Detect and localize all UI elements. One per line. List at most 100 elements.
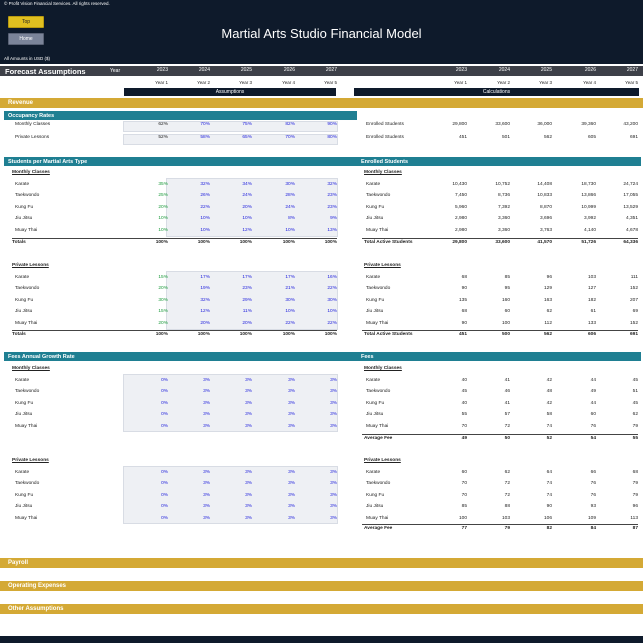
private-input[interactable]: 20%: [180, 321, 210, 326]
fees-input[interactable]: 3%: [307, 412, 337, 417]
students-input[interactable]: 24%: [222, 193, 252, 198]
fees-input[interactable]: 3%: [307, 389, 337, 394]
private-input[interactable]: 20%: [222, 321, 252, 326]
fees-private-input[interactable]: 3%: [307, 481, 337, 486]
students-input[interactable]: 10%: [222, 216, 252, 221]
students-input[interactable]: 30%: [265, 182, 295, 187]
fees-input[interactable]: 3%: [180, 401, 210, 406]
private-input[interactable]: 19%: [180, 286, 210, 291]
students-input[interactable]: 8%: [265, 216, 295, 221]
fees-private-input[interactable]: 3%: [265, 516, 295, 521]
students-input[interactable]: 28%: [265, 193, 295, 198]
private-input[interactable]: 32%: [180, 298, 210, 303]
private-input[interactable]: 17%: [265, 275, 295, 280]
fees-input[interactable]: 0%: [138, 424, 168, 429]
fees-input[interactable]: 3%: [222, 401, 252, 406]
students-input[interactable]: 23%: [307, 193, 337, 198]
fees-private-input[interactable]: 0%: [138, 516, 168, 521]
private-input[interactable]: 17%: [180, 275, 210, 280]
students-input[interactable]: 12%: [222, 228, 252, 233]
fees-input[interactable]: 3%: [180, 424, 210, 429]
students-calc: 3,992: [583, 216, 596, 221]
fees-private-input[interactable]: 3%: [307, 493, 337, 498]
fees-input[interactable]: 3%: [307, 401, 337, 406]
fees-private-input[interactable]: 0%: [138, 493, 168, 498]
students-input[interactable]: 26%: [180, 193, 210, 198]
fees-input[interactable]: 3%: [180, 389, 210, 394]
occupancy-input[interactable]: 82%: [265, 122, 295, 127]
fees-private-input[interactable]: 0%: [138, 504, 168, 509]
private-input[interactable]: 23%: [222, 286, 252, 291]
occupancy-input[interactable]: 58%: [180, 135, 210, 140]
students-input[interactable]: 32%: [307, 182, 337, 187]
fees-input[interactable]: 3%: [222, 378, 252, 383]
fees-private-input[interactable]: 3%: [265, 481, 295, 486]
private-input[interactable]: 30%: [307, 298, 337, 303]
private-input[interactable]: 22%: [307, 286, 337, 291]
occupancy-input[interactable]: 80%: [307, 135, 337, 140]
fees-private-input[interactable]: 3%: [265, 470, 295, 475]
fees-private-input[interactable]: 3%: [180, 470, 210, 475]
fees-input[interactable]: 3%: [265, 378, 295, 383]
students-input[interactable]: 32%: [180, 182, 210, 187]
students-input[interactable]: 13%: [307, 228, 337, 233]
students-input[interactable]: 23%: [307, 205, 337, 210]
students-input[interactable]: 10%: [265, 228, 295, 233]
fees-input[interactable]: 3%: [222, 424, 252, 429]
fees-private-input[interactable]: 3%: [180, 493, 210, 498]
fees-private-input[interactable]: 3%: [180, 504, 210, 509]
occupancy-input[interactable]: 90%: [307, 122, 337, 127]
fees-input[interactable]: 3%: [265, 412, 295, 417]
occupancy-input[interactable]: 70%: [180, 122, 210, 127]
private-calc: 62: [546, 309, 552, 314]
private-input[interactable]: 30%: [265, 298, 295, 303]
fees-input[interactable]: 3%: [265, 389, 295, 394]
private-input[interactable]: 17%: [222, 275, 252, 280]
private-input[interactable]: 29%: [222, 298, 252, 303]
students-input[interactable]: 34%: [222, 182, 252, 187]
fees-private-input[interactable]: 3%: [307, 470, 337, 475]
fees-private-input[interactable]: 3%: [222, 481, 252, 486]
private-input[interactable]: 22%: [307, 321, 337, 326]
private-input[interactable]: 10%: [307, 309, 337, 314]
fees-private-input[interactable]: 3%: [222, 470, 252, 475]
fees-input[interactable]: 0%: [138, 389, 168, 394]
fees-input[interactable]: 3%: [265, 424, 295, 429]
occupancy-input[interactable]: 75%: [222, 122, 252, 127]
fees-private-input[interactable]: 3%: [307, 504, 337, 509]
fees-input[interactable]: 3%: [265, 401, 295, 406]
students-input[interactable]: 22%: [180, 205, 210, 210]
fees-private-input[interactable]: 3%: [180, 481, 210, 486]
fees-private-input[interactable]: 3%: [307, 516, 337, 521]
private-input[interactable]: 10%: [265, 309, 295, 314]
students-input[interactable]: 10%: [180, 216, 210, 221]
fees-private-input[interactable]: 3%: [222, 516, 252, 521]
private-input[interactable]: 22%: [265, 321, 295, 326]
fees-input[interactable]: 3%: [307, 424, 337, 429]
students-input[interactable]: 9%: [307, 216, 337, 221]
fees-private-input[interactable]: 3%: [265, 493, 295, 498]
fees-input[interactable]: 3%: [180, 412, 210, 417]
private-input[interactable]: 12%: [180, 309, 210, 314]
fees-private-input[interactable]: 3%: [180, 516, 210, 521]
fees-input[interactable]: 3%: [180, 378, 210, 383]
fees-private-input[interactable]: 0%: [138, 470, 168, 475]
fees-private-input[interactable]: 3%: [222, 504, 252, 509]
private-input[interactable]: 16%: [307, 275, 337, 280]
fees-input[interactable]: 3%: [222, 389, 252, 394]
fees-input[interactable]: 0%: [138, 401, 168, 406]
students-input[interactable]: 20%: [222, 205, 252, 210]
fees-private-input[interactable]: 3%: [265, 504, 295, 509]
fees-input[interactable]: 0%: [138, 412, 168, 417]
students-input[interactable]: 10%: [180, 228, 210, 233]
fees-input[interactable]: 3%: [307, 378, 337, 383]
students-input[interactable]: 24%: [265, 205, 295, 210]
occupancy-input[interactable]: 65%: [222, 135, 252, 140]
occupancy-input[interactable]: 70%: [265, 135, 295, 140]
private-input[interactable]: 11%: [222, 309, 252, 314]
fees-input[interactable]: 3%: [222, 412, 252, 417]
private-input[interactable]: 21%: [265, 286, 295, 291]
fees-private-input[interactable]: 0%: [138, 481, 168, 486]
fees-private-input[interactable]: 3%: [222, 493, 252, 498]
fees-input[interactable]: 0%: [138, 378, 168, 383]
